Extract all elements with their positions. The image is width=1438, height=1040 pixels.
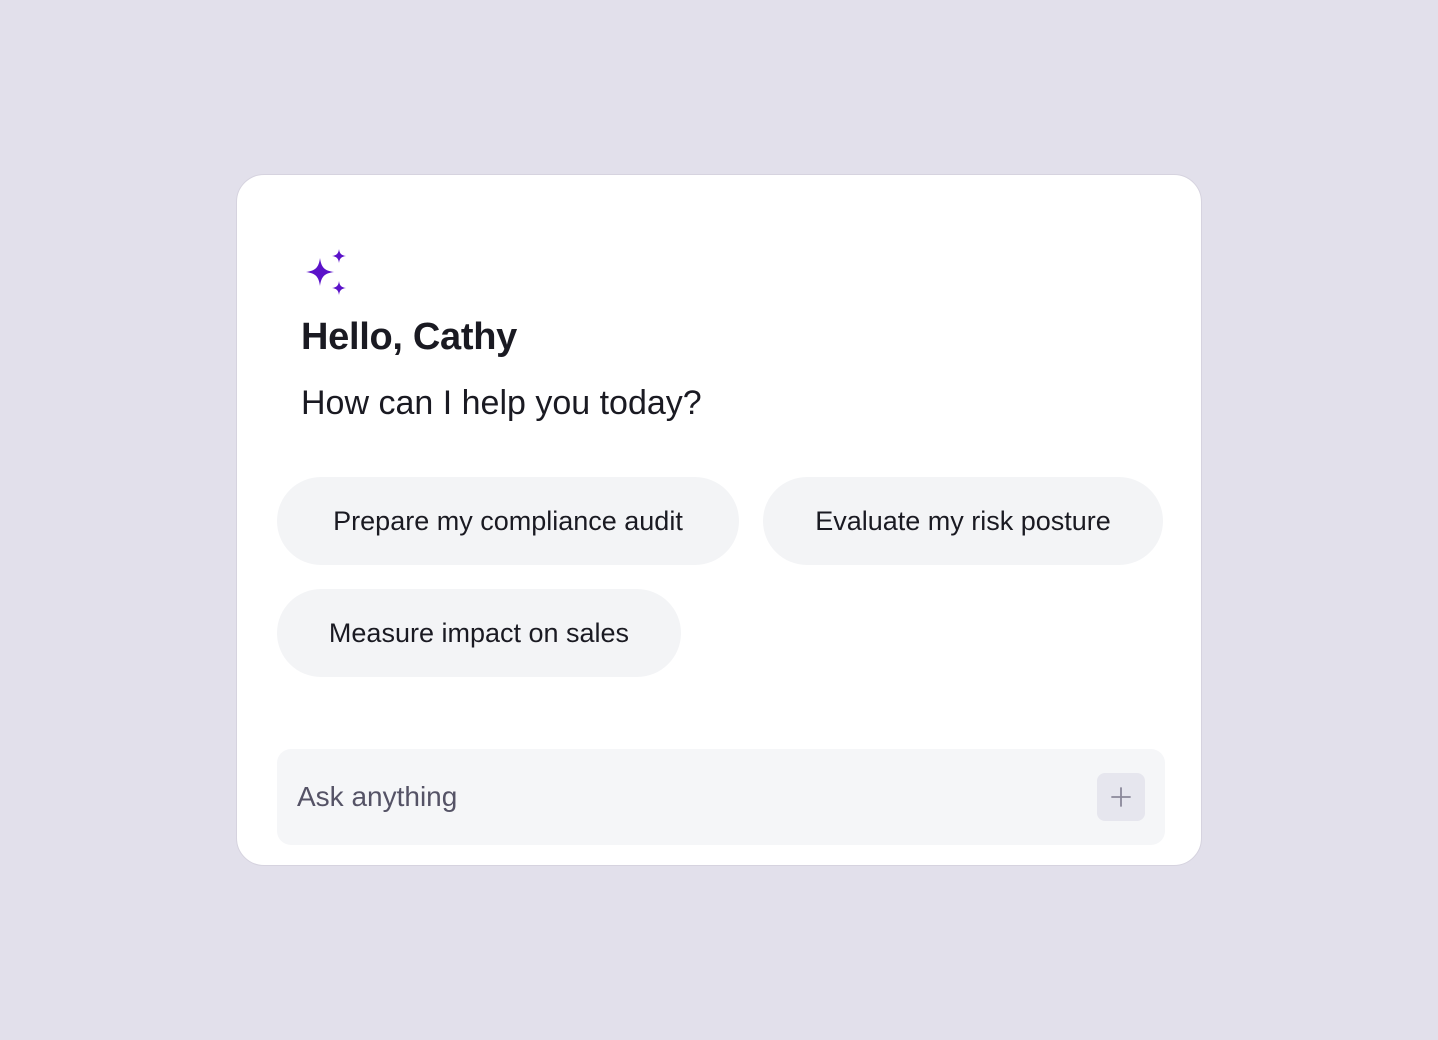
composer-bar [277,749,1165,845]
assistant-card: Hello, Cathy How can I help you today? P… [236,174,1202,866]
greeting-title: Hello, Cathy [301,316,517,358]
suggestion-sales-impact-button[interactable]: Measure impact on sales [277,589,681,677]
add-button[interactable] [1097,773,1145,821]
suggestion-compliance-audit-button[interactable]: Prepare my compliance audit [277,477,739,565]
sparkles-icon [300,249,352,301]
ask-input[interactable] [277,749,1077,845]
greeting-subtitle: How can I help you today? [301,384,702,422]
suggestion-risk-posture-button[interactable]: Evaluate my risk posture [763,477,1163,565]
plus-icon [1111,787,1131,807]
